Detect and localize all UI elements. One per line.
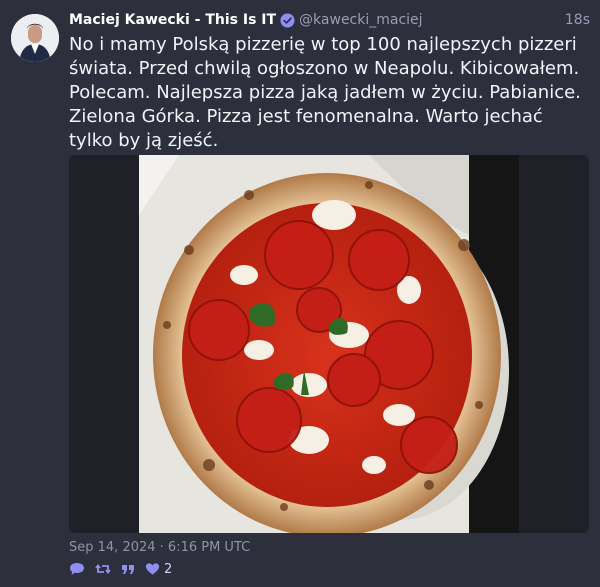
avatar-photo-icon (11, 14, 59, 62)
verified-badge-icon (280, 12, 295, 28)
tweet-date[interactable]: Sep 14, 2024 · 6:16 PM UTC (69, 540, 250, 555)
tweet-actions: 2 (69, 560, 172, 578)
retweet-button[interactable] (95, 562, 111, 576)
quote-icon (122, 565, 134, 574)
relative-time[interactable]: 18s (565, 12, 590, 28)
avatar[interactable] (11, 14, 59, 62)
speech-bubble-icon (70, 563, 84, 575)
like-count: 2 (164, 561, 173, 577)
retweet-icon (95, 564, 111, 574)
like-button[interactable]: 2 (145, 562, 172, 577)
reply-button[interactable] (69, 562, 85, 576)
tweet-media[interactable] (69, 155, 589, 533)
tweet-header: Maciej Kawecki - This Is IT @kawecki_mac… (69, 10, 590, 30)
quote-button[interactable] (121, 562, 135, 576)
pizza-photo-icon (69, 155, 589, 533)
heart-icon (145, 563, 160, 575)
display-name[interactable]: Maciej Kawecki - This Is IT (69, 12, 276, 28)
user-handle[interactable]: @kawecki_maciej (299, 12, 423, 28)
tweet-text: No i mamy Polską pizzerię w top 100 najl… (69, 34, 581, 151)
